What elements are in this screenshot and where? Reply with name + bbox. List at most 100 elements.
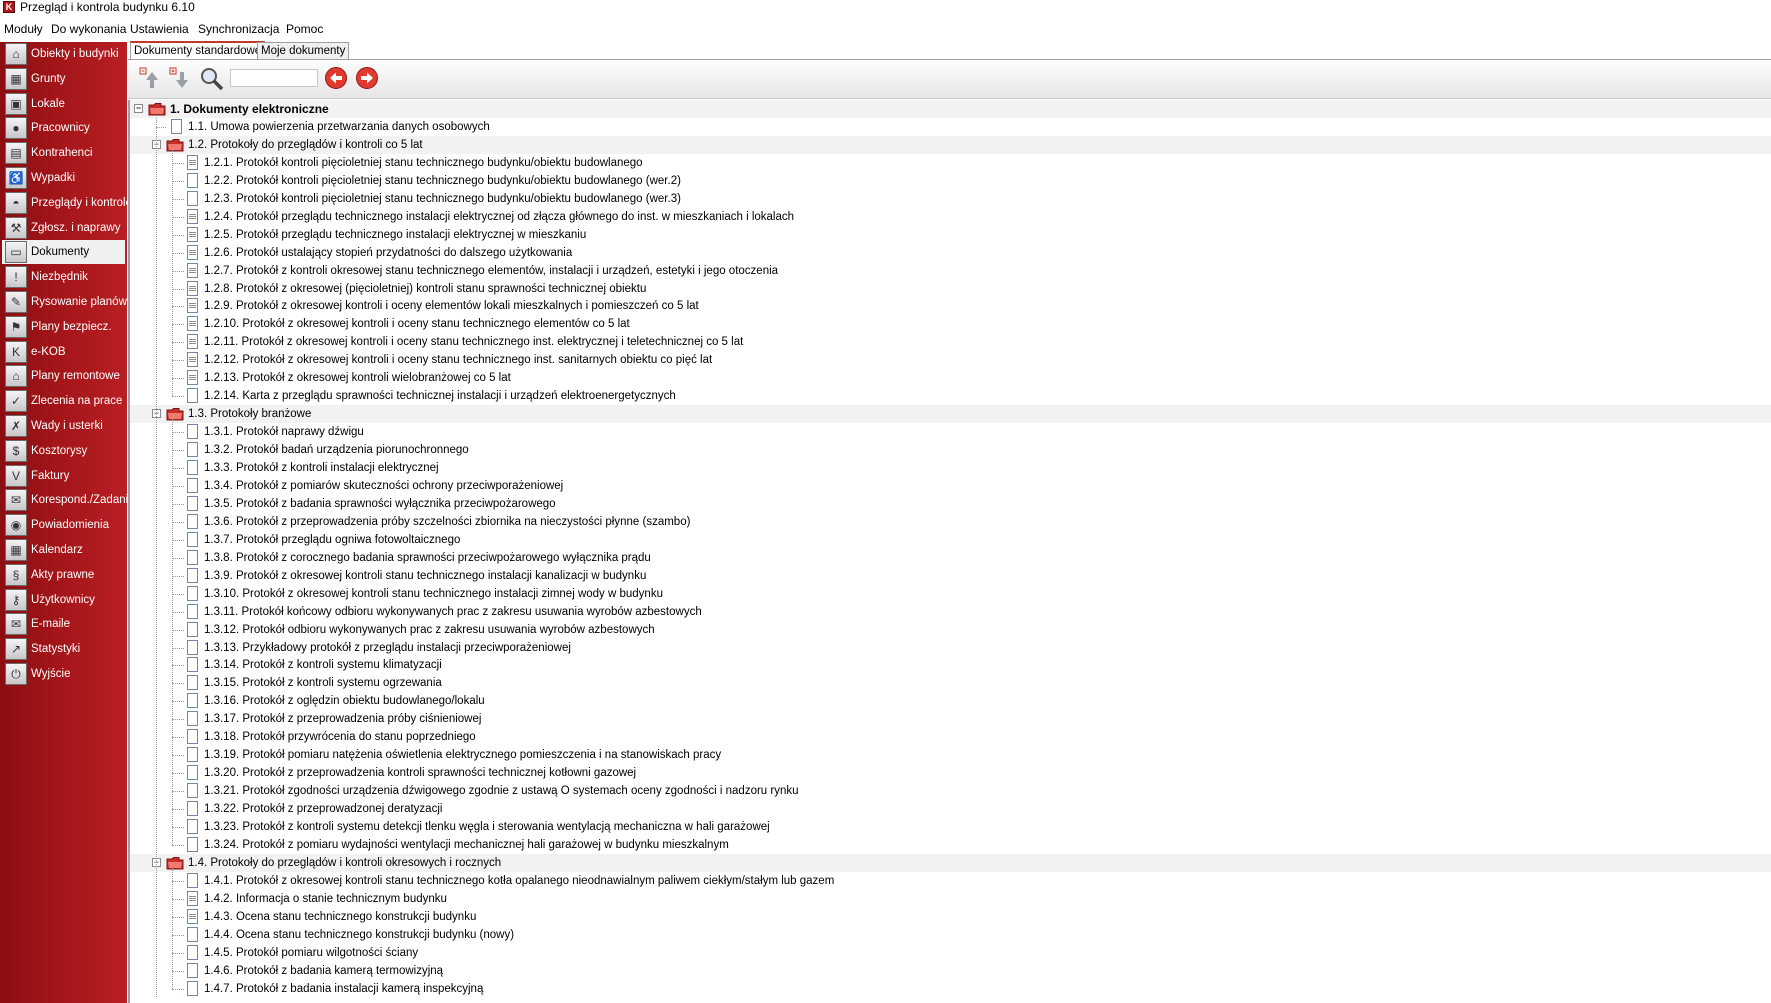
tree-document[interactable]: 1.2.3. Protokół kontroli pięcioletniej s… — [130, 190, 1771, 208]
tree-folder[interactable]: −1.4. Protokoły do przeglądów i kontroli… — [130, 853, 1771, 872]
sidebar-item-wady-i-usterki[interactable]: ✗ Wady i usterki — [2, 414, 125, 438]
tree-document[interactable]: 1.4.5. Protokół pomiaru wilgotności ścia… — [130, 944, 1771, 962]
tree-folder[interactable]: − 1. Dokumenty elektroniczne — [130, 100, 1771, 118]
tree-document[interactable]: 1.3.9. Protokół z okresowej kontroli sta… — [130, 567, 1771, 585]
tree-document[interactable]: 1.3.10. Protokół z okresowej kontroli st… — [130, 585, 1771, 603]
sidebar-item-rysowanie-planów[interactable]: ✎ Rysowanie planów — [2, 290, 127, 314]
sidebar-item-wypadki[interactable]: ♿ Wypadki — [2, 166, 125, 190]
tree-document[interactable]: 1.4.4. Ocena stanu technicznego konstruk… — [130, 926, 1771, 944]
sidebar-item-faktury[interactable]: V Faktury — [2, 464, 125, 488]
tree-document[interactable]: 1.2.13. Protokół z okresowej kontroli wi… — [130, 369, 1771, 387]
tree-document[interactable]: 1.3.13. Przykładowy protokół z przeglądu… — [130, 639, 1771, 657]
sidebar-item-plany-bezpiecz[interactable]: ⚑ Plany bezpiecz. — [2, 315, 125, 339]
collapse-down-icon[interactable] — [168, 66, 192, 92]
tree-document[interactable]: 1.4.3. Ocena stanu technicznego konstruk… — [130, 908, 1771, 926]
tree-document[interactable]: 1.3.6. Protokół z przeprowadzenia próby … — [130, 513, 1771, 531]
tree-node-label: 1.3.7. Protokół przeglądu ogniwa fotowol… — [204, 533, 461, 546]
tree-document[interactable]: 1.3.17. Protokół z przeprowadzenia próby… — [130, 710, 1771, 728]
sidebar-item-dokumenty[interactable]: ▭ Dokumenty — [2, 240, 125, 265]
sidebar-item-niezbędnik[interactable]: ! Niezbędnik — [2, 265, 125, 289]
tree-document[interactable]: 1.3.12. Protokół odbioru wykonywanych pr… — [130, 621, 1771, 639]
sidebar-item-kontrahenci[interactable]: ▤ Kontrahenci — [2, 141, 125, 165]
sidebar-item-zgłosz-i-naprawy[interactable]: ⚒ Zgłosz. i naprawy — [2, 216, 125, 240]
tree-document[interactable]: 1.3.21. Protokół zgodności urządzenia dź… — [130, 782, 1771, 800]
tab-moje-dokumenty[interactable]: Moje dokumenty — [257, 42, 350, 60]
tree-document[interactable]: 1.3.11. Protokół końcowy odbioru wykonyw… — [130, 603, 1771, 621]
tree-document[interactable]: 1.2.1. Protokół kontroli pięcioletniej s… — [130, 154, 1771, 172]
collapse-icon[interactable]: − — [134, 104, 143, 113]
tree-document[interactable]: 1.2.5. Protokół przeglądu technicznego i… — [130, 226, 1771, 244]
sidebar-item-pracownicy[interactable]: ● Pracownicy — [2, 116, 125, 140]
sidebar-item-akty-prawne[interactable]: § Akty prawne — [2, 563, 125, 587]
tree-document[interactable]: 1.4.1. Protokół z okresowej kontroli sta… — [130, 872, 1771, 890]
menu-do-wykonania[interactable]: Do wykonania — [51, 20, 126, 39]
document-icon — [187, 567, 198, 583]
sidebar-item-obiekty-i-budynki[interactable]: ⌂ Obiekty i budynki — [2, 42, 125, 66]
tree-document[interactable]: 1.3.3. Protokół z kontroli instalacji el… — [130, 459, 1771, 477]
tree-document[interactable]: 1.2.8. Protokół z okresowej (pięcioletni… — [130, 280, 1771, 298]
sidebar-item-e-kob[interactable]: Ke-KOB — [2, 340, 125, 364]
tree-document[interactable]: 1.4.2. Informacja o stanie technicznym b… — [130, 890, 1771, 908]
sidebar-item-label: Wyjście — [31, 668, 71, 680]
app-logo-icon[interactable]: K — [3, 1, 15, 13]
tree-document[interactable]: 1.3.22. Protokół z przeprowadzonej derat… — [130, 800, 1771, 818]
tree-node-label: 1.2.8. Protokół z okresowej (pięcioletni… — [204, 282, 647, 295]
back-arrow-icon[interactable] — [324, 66, 348, 92]
tree-connector — [172, 575, 184, 577]
sidebar-item-plany-remontowe[interactable]: ⌂ Plany remontowe — [2, 364, 125, 388]
tree-connector — [172, 306, 184, 308]
tree-document[interactable]: 1.3.2. Protokół badań urządzenia pioruno… — [130, 441, 1771, 459]
tree-document[interactable]: 1.2.4. Protokół przeglądu technicznego i… — [130, 208, 1771, 226]
tree-document[interactable]: 1.4.7. Protokół z badania instalacji kam… — [130, 980, 1771, 998]
sidebar-item-e-maile[interactable]: ✉ E-maile — [2, 612, 125, 636]
tree-document[interactable]: 1.3.24. Protokół z pomiaru wydajności we… — [130, 836, 1771, 854]
sidebar-item-label: Korespond./Zadania — [31, 494, 135, 507]
tree-document[interactable]: 1.1. Umowa powierzenia przetwarzania dan… — [130, 118, 1771, 136]
menu-synchronizacja[interactable]: Synchronizacja — [198, 20, 279, 39]
tree-document[interactable]: 1.3.7. Protokół przeglądu ogniwa fotowol… — [130, 531, 1771, 549]
tree-folder[interactable]: −1.3. Protokoły branżowe — [130, 405, 1771, 424]
tree-document[interactable]: 1.2.7. Protokół z kontroli okresowej sta… — [130, 262, 1771, 280]
tree-document[interactable]: 1.2.6. Protokół ustalający stopień przyd… — [130, 244, 1771, 262]
sidebar-item-lokale[interactable]: ▣ Lokale — [2, 92, 125, 116]
sidebar-item-korespond-zadania[interactable]: ✉ Korespond./Zadania — [2, 488, 135, 512]
menu-moduly[interactable]: Moduły — [4, 20, 43, 39]
tab-dokumenty-standardowe[interactable]: Dokumenty standardowe — [130, 41, 266, 61]
tree-document[interactable]: 1.3.5. Protokół z badania sprawności wył… — [130, 495, 1771, 513]
sidebar-item-grunty[interactable]: ▦ Grunty — [2, 67, 125, 91]
sidebar-item-zlecenia-na-prace[interactable]: ✓ Zlecenia na prace — [2, 389, 125, 413]
forward-arrow-icon[interactable] — [355, 66, 379, 92]
tree-document[interactable]: 1.3.14. Protokół z kontroli systemu klim… — [130, 656, 1771, 674]
sidebar-item-powiadomienia[interactable]: ◉ Powiadomienia — [2, 513, 125, 537]
menu-pomoc[interactable]: Pomoc — [286, 20, 323, 39]
tree-document[interactable]: 1.3.4. Protokół z pomiarów skuteczności … — [130, 477, 1771, 495]
tree-document[interactable]: 1.2.10. Protokół z okresowej kontroli i … — [130, 315, 1771, 333]
sidebar-item-przeglądy-i-kontrole[interactable]: ◓ Przeglądy i kontrole — [2, 191, 132, 215]
tree-document[interactable]: 1.3.1. Protokół naprawy dźwigu — [130, 423, 1771, 441]
sidebar-item-użytkownicy[interactable]: ⚷ Użytkownicy — [2, 588, 125, 612]
search-icon[interactable] — [199, 66, 224, 92]
tree-document[interactable]: 1.3.19. Protokół pomiaru natężenia oświe… — [130, 746, 1771, 764]
sidebar-item-wyjście[interactable]: ⏻ Wyjście — [2, 662, 125, 686]
sidebar-item-statystyki[interactable]: ↗ Statystyki — [2, 637, 125, 661]
sidebar-item-kosztorysy[interactable]: $ Kosztorysy — [2, 439, 125, 463]
tree-folder[interactable]: −1.2. Protokoły do przeglądów i kontroli… — [130, 135, 1771, 154]
tree-document[interactable]: 1.3.18. Protokół przywrócenia do stanu p… — [130, 728, 1771, 746]
sidebar-item-kalendarz[interactable]: ▦ Kalendarz — [2, 538, 125, 562]
tree-document[interactable]: 1.2.12. Protokół z okresowej kontroli i … — [130, 351, 1771, 369]
tree-document[interactable]: 1.4.6. Protokół z badania kamerą termowi… — [130, 962, 1771, 980]
tree-document[interactable]: 1.3.20. Protokół z przeprowadzenia kontr… — [130, 764, 1771, 782]
tree-document[interactable]: 1.3.16. Protokół z oględzin obiektu budo… — [130, 692, 1771, 710]
tree-document[interactable]: 1.2.14. Karta z przeglądu sprawności tec… — [130, 387, 1771, 405]
document-icon — [187, 495, 198, 511]
tree-document[interactable]: 1.2.9. Protokół z okresowej kontroli i o… — [130, 297, 1771, 315]
tree-document[interactable]: 1.3.15. Protokół z kontroli systemu ogrz… — [130, 674, 1771, 692]
search-input[interactable] — [230, 69, 318, 87]
expand-up-icon[interactable] — [138, 66, 162, 92]
tree-document[interactable]: 1.2.2. Protokół kontroli pięcioletniej s… — [130, 172, 1771, 190]
tree-document[interactable]: 1.3.8. Protokół z corocznego badania spr… — [130, 549, 1771, 567]
menu-ustawienia[interactable]: Ustawienia — [130, 20, 189, 39]
tree-document[interactable]: 1.2.11. Protokół z okresowej kontroli i … — [130, 333, 1771, 351]
tree-document[interactable]: 1.3.23. Protokół z kontroli systemu dete… — [130, 818, 1771, 836]
tree-node-label: 1.3.19. Protokół pomiaru natężenia oświe… — [204, 749, 722, 762]
